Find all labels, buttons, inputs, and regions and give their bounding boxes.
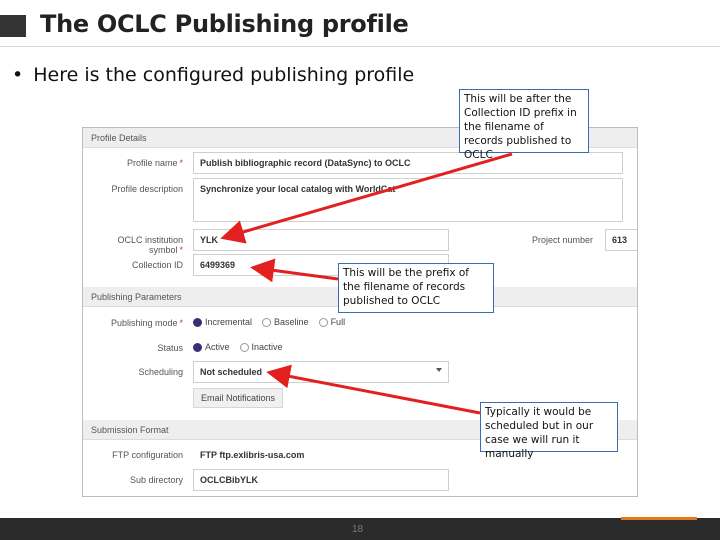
publishing-mode-incremental[interactable]: Incremental xyxy=(193,317,252,327)
project-number-label: Project number xyxy=(531,235,593,245)
callout-collection-prefix: This will be after the Collection ID pre… xyxy=(459,89,589,161)
sub-directory-label: Sub directory xyxy=(129,475,183,485)
sub-directory-input[interactable]: OCLCBibYLK xyxy=(193,469,449,491)
status-radio-group: Active Inactive xyxy=(193,342,293,352)
callout-filename-prefix: This will be the prefix of the filename … xyxy=(338,263,494,313)
publishing-mode-baseline[interactable]: Baseline xyxy=(262,317,309,327)
status-label: Status xyxy=(157,343,183,353)
title-square-icon xyxy=(0,15,26,37)
publishing-mode-full[interactable]: Full xyxy=(318,317,345,327)
radio-empty-icon xyxy=(318,317,328,327)
footer-accent-bar xyxy=(621,517,697,520)
callout-scheduling-note: Typically it would be scheduled but in o… xyxy=(480,402,618,460)
radio-empty-icon xyxy=(239,342,249,352)
institution-symbol-label: OCLC institution symbol * xyxy=(117,235,183,255)
publishing-mode-label: Publishing mode * xyxy=(110,318,183,328)
profile-name-input[interactable]: Publish bibliographic record (DataSync) … xyxy=(193,152,623,174)
slide-title: The OCLC Publishing profile xyxy=(40,10,409,38)
institution-symbol-input[interactable]: YLK xyxy=(193,229,449,251)
email-notifications-button[interactable]: Email Notifications xyxy=(193,388,283,408)
status-inactive[interactable]: Inactive xyxy=(239,342,283,352)
profile-name-label: Profile name * xyxy=(126,158,183,168)
profile-description-label: Profile description xyxy=(111,184,183,194)
chevron-down-icon xyxy=(436,368,442,372)
profile-description-textarea[interactable]: Synchronize your local catalog with Worl… xyxy=(193,178,623,222)
ftp-configuration-label: FTP configuration xyxy=(112,450,183,460)
radio-selected-icon xyxy=(193,317,202,327)
status-active[interactable]: Active xyxy=(193,342,230,352)
publishing-mode-radio-group: Incremental Baseline Full xyxy=(193,317,355,327)
collection-id-label: Collection ID xyxy=(131,260,183,270)
slide-header: The OCLC Publishing profile xyxy=(0,0,720,50)
scheduling-label: Scheduling xyxy=(138,367,183,377)
page-number: 18 xyxy=(352,524,364,535)
radio-selected-icon xyxy=(193,342,202,352)
radio-empty-icon xyxy=(262,317,272,327)
bullet-text: Here is the configured publishing profil… xyxy=(33,64,415,86)
title-divider xyxy=(0,46,720,47)
project-number-input[interactable]: 613 xyxy=(605,229,637,251)
ftp-configuration-value: FTP ftp.exlibris-usa.com xyxy=(193,444,449,466)
scheduling-select[interactable]: Not scheduled xyxy=(193,361,449,383)
bullet-point: • Here is the configured publishing profi… xyxy=(12,64,414,86)
bullet-icon: • xyxy=(12,64,24,86)
